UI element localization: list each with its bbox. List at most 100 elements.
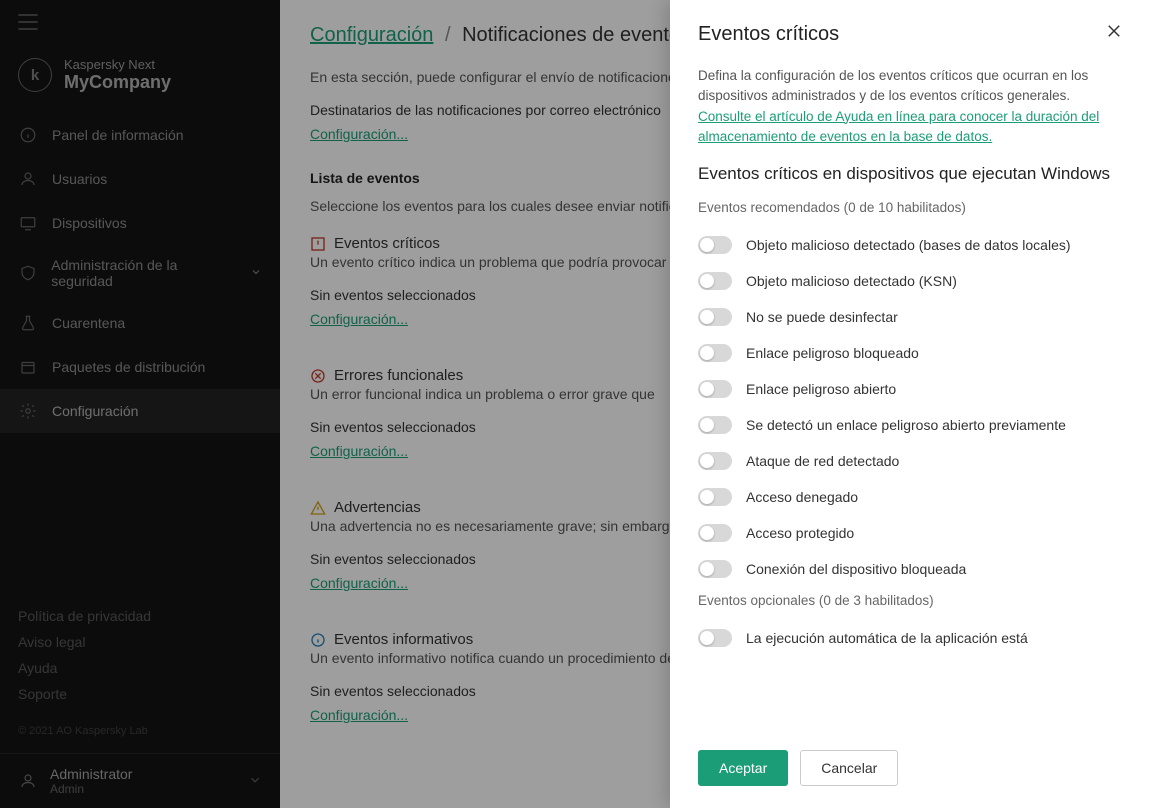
toggle-label: No se puede desinfectar bbox=[746, 309, 898, 325]
sidebar-item-label: Panel de información bbox=[52, 127, 184, 143]
group-optional-label: Eventos opcionales (0 de 3 habilitados) bbox=[698, 593, 1123, 608]
toggle-label: Ataque de red detectado bbox=[746, 453, 899, 469]
event-section-title: Eventos informativos bbox=[334, 631, 473, 648]
sidebar-item-label: Administración de la seguridad bbox=[51, 257, 236, 289]
toggle-row: No se puede desinfectar bbox=[698, 299, 1123, 335]
brand-company: MyCompany bbox=[64, 72, 171, 93]
toggle-row: Enlace peligroso abierto bbox=[698, 371, 1123, 407]
toggle-label: Se detectó un enlace peligroso abierto p… bbox=[746, 417, 1066, 433]
close-icon bbox=[1105, 22, 1123, 40]
help-link[interactable]: Consulte el artículo de Ayuda en línea p… bbox=[698, 109, 1099, 144]
admin-menu[interactable]: Administrator Admin bbox=[0, 753, 280, 808]
critical-icon bbox=[310, 236, 326, 252]
hamburger-icon bbox=[18, 14, 38, 30]
config-link-critical[interactable]: Configuración... bbox=[310, 311, 408, 327]
toggle-label: La ejecución automática de la aplicación… bbox=[746, 630, 1028, 646]
sidebar-item-label: Paquetes de distribución bbox=[52, 359, 205, 375]
toggle-label: Conexión del dispositivo bloqueada bbox=[746, 561, 966, 577]
toggle-row: Enlace peligroso bloqueado bbox=[698, 335, 1123, 371]
sidebar-item-devices[interactable]: Dispositivos bbox=[0, 201, 280, 245]
toggle-label: Objeto malicioso detectado (bases de dat… bbox=[746, 237, 1071, 253]
close-button[interactable] bbox=[1105, 22, 1123, 46]
toggle-row: Objeto malicioso detectado (KSN) bbox=[698, 263, 1123, 299]
shield-icon bbox=[18, 263, 37, 283]
toggle-row: Acceso protegido bbox=[698, 515, 1123, 551]
accept-button[interactable]: Aceptar bbox=[698, 750, 788, 786]
sidebar-nav: Panel de información Usuarios Dispositiv… bbox=[0, 113, 280, 433]
event-section-title: Eventos críticos bbox=[334, 235, 440, 252]
toggle-switch[interactable] bbox=[698, 629, 732, 647]
config-link-warnings[interactable]: Configuración... bbox=[310, 575, 408, 591]
panel-title: Eventos críticos bbox=[698, 23, 839, 46]
device-icon bbox=[18, 213, 38, 233]
group-recommended-label: Eventos recomendados (0 de 10 habilitado… bbox=[698, 200, 1123, 215]
panel-intro: Defina la configuración de los eventos c… bbox=[698, 68, 1088, 103]
panel-body[interactable]: Defina la configuración de los eventos c… bbox=[670, 54, 1151, 734]
toggle-row: Ataque de red detectado bbox=[698, 443, 1123, 479]
critical-events-panel: Eventos críticos Defina la configuración… bbox=[670, 0, 1151, 808]
breadcrumb-leaf: Notificaciones de eventos bbox=[462, 24, 690, 46]
admin-role: Admin bbox=[50, 782, 132, 796]
toggle-switch[interactable] bbox=[698, 524, 732, 542]
toggle-label: Enlace peligroso abierto bbox=[746, 381, 896, 397]
toggle-switch[interactable] bbox=[698, 380, 732, 398]
user-icon bbox=[18, 169, 38, 189]
toggle-row: Acceso denegado bbox=[698, 479, 1123, 515]
toggle-switch[interactable] bbox=[698, 344, 732, 362]
toggle-row: Objeto malicioso detectado (bases de dat… bbox=[698, 227, 1123, 263]
footer-link-support[interactable]: Soporte bbox=[18, 681, 262, 707]
sidebar-footer-links: Política de privacidad Aviso legal Ayuda… bbox=[0, 595, 280, 715]
toggle-row: La ejecución automática de la aplicación… bbox=[698, 620, 1123, 656]
warning-icon bbox=[310, 500, 326, 516]
chevron-down-icon bbox=[250, 265, 262, 281]
package-icon bbox=[18, 357, 38, 377]
config-link-recipients[interactable]: Configuración... bbox=[310, 126, 408, 142]
admin-name: Administrator bbox=[50, 766, 132, 782]
footer-link-legal[interactable]: Aviso legal bbox=[18, 629, 262, 655]
hamburger-button[interactable] bbox=[0, 0, 280, 47]
sidebar-item-quarantine[interactable]: Cuarentena bbox=[0, 301, 280, 345]
flask-icon bbox=[18, 313, 38, 333]
config-link-errors[interactable]: Configuración... bbox=[310, 443, 408, 459]
chevron-down-icon bbox=[248, 773, 262, 790]
toggle-label: Acceso denegado bbox=[746, 489, 858, 505]
sidebar-item-label: Cuarentena bbox=[52, 315, 125, 331]
brand: k Kaspersky Next MyCompany bbox=[0, 47, 280, 113]
sidebar: k Kaspersky Next MyCompany Panel de info… bbox=[0, 0, 280, 808]
event-section-title: Advertencias bbox=[334, 499, 421, 516]
sidebar-item-security[interactable]: Administración de la seguridad bbox=[0, 245, 280, 301]
sidebar-item-label: Configuración bbox=[52, 403, 138, 419]
gear-icon bbox=[18, 401, 38, 421]
toggle-switch[interactable] bbox=[698, 236, 732, 254]
sidebar-item-settings[interactable]: Configuración bbox=[0, 389, 280, 433]
toggle-switch[interactable] bbox=[698, 416, 732, 434]
event-section-title: Errores funcionales bbox=[334, 367, 463, 384]
sidebar-item-users[interactable]: Usuarios bbox=[0, 157, 280, 201]
toggle-row: Conexión del dispositivo bloqueada bbox=[698, 551, 1123, 587]
info-icon bbox=[18, 125, 38, 145]
toggle-label: Objeto malicioso detectado (KSN) bbox=[746, 273, 957, 289]
toggle-switch[interactable] bbox=[698, 560, 732, 578]
copyright: © 2021 AO Kaspersky Lab bbox=[0, 715, 280, 753]
breadcrumb-root[interactable]: Configuración bbox=[310, 24, 433, 46]
footer-link-help[interactable]: Ayuda bbox=[18, 655, 262, 681]
toggle-group-recommended: Objeto malicioso detectado (bases de dat… bbox=[698, 227, 1123, 587]
panel-footer: Aceptar Cancelar bbox=[670, 734, 1151, 808]
cancel-button[interactable]: Cancelar bbox=[800, 750, 898, 786]
brand-product: Kaspersky Next bbox=[64, 57, 171, 72]
error-icon bbox=[310, 368, 326, 384]
sidebar-item-dashboard[interactable]: Panel de información bbox=[0, 113, 280, 157]
panel-section-title: Eventos críticos en dispositivos que eje… bbox=[698, 163, 1123, 186]
toggle-switch[interactable] bbox=[698, 488, 732, 506]
toggle-switch[interactable] bbox=[698, 308, 732, 326]
footer-link-privacy[interactable]: Política de privacidad bbox=[18, 603, 262, 629]
toggle-label: Enlace peligroso bloqueado bbox=[746, 345, 919, 361]
info-event-icon bbox=[310, 632, 326, 648]
config-link-info[interactable]: Configuración... bbox=[310, 707, 408, 723]
brand-logo-icon: k bbox=[18, 58, 52, 92]
sidebar-item-packages[interactable]: Paquetes de distribución bbox=[0, 345, 280, 389]
user-icon bbox=[18, 771, 38, 791]
toggle-switch[interactable] bbox=[698, 272, 732, 290]
toggle-switch[interactable] bbox=[698, 452, 732, 470]
toggle-row: Se detectó un enlace peligroso abierto p… bbox=[698, 407, 1123, 443]
